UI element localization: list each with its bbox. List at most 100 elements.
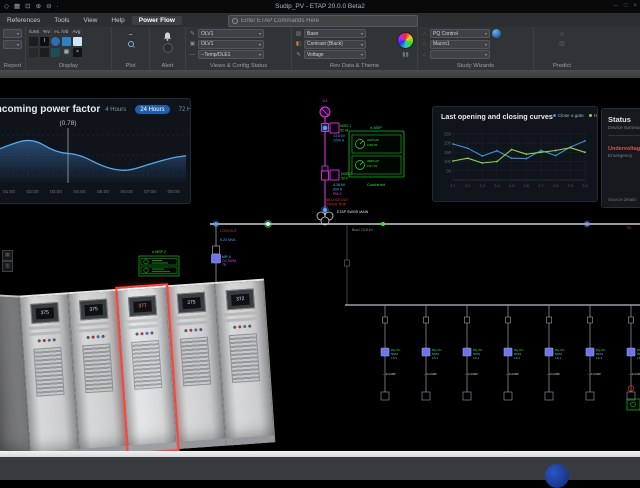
alert-bell-icon[interactable] — [163, 32, 172, 41]
ribbon-group-plot: ~ Plot — [112, 27, 150, 70]
report-select[interactable]: ▾ — [3, 29, 22, 38]
window-title: Sudip_PV - ETAP 20.0.0 Beta2 — [275, 3, 365, 10]
pf-x-tick: 04:00 — [73, 189, 85, 195]
curves-x-tick: 3.0 — [582, 183, 588, 188]
command-search-placeholder: Enter ETAP Commands Here — [241, 17, 320, 24]
search-icon — [232, 17, 238, 24]
wizard-select[interactable]: ▾ — [430, 50, 490, 59]
taskbar-app-icon[interactable] — [545, 464, 569, 488]
highlight-display-icon[interactable] — [73, 37, 82, 46]
macro-icon: ∴ — [422, 41, 427, 47]
curves-x-tick: 2.9 — [568, 183, 574, 188]
command-search-input[interactable]: Enter ETAP Commands Here — [228, 14, 418, 27]
study-case-icon: ∴ — [422, 30, 427, 37]
predict-run-icon[interactable]: ▥ — [559, 40, 565, 47]
alert-status-icon[interactable] — [162, 43, 173, 53]
pf-x-tick: 01:00 — [3, 189, 15, 195]
avg-toggle[interactable]: Avg — [72, 30, 80, 35]
theme-select[interactable]: Contrast (Black) ▾ — [304, 39, 366, 49]
report-format-select[interactable]: ▾ — [3, 39, 22, 49]
range-24h-button[interactable]: 24 Hours — [135, 105, 170, 114]
status-footer: Source details — [608, 197, 637, 202]
predict-model-icon[interactable]: ≡ — [560, 32, 564, 38]
ribbon-group-predict: ≡ ▥ Predict — [552, 32, 572, 69]
presentation-select[interactable]: OLV1 ▾ — [198, 39, 264, 49]
ribbon: ▾ ▾ Report /Unit %V I-L /Vb Avg I ▦ × Di… — [0, 27, 640, 70]
curves-y-tick: 250 — [444, 131, 452, 136]
ribbon-group-rev-data-theme: ▧ Base ▾ ◧ Contrast (Black) ▾ ✎ Voltage ▾ ▮… — [292, 27, 418, 70]
series-close-a-gate — [452, 140, 586, 160]
ribbon-group-report: ▾ ▾ Report — [0, 27, 26, 70]
config-status-select[interactable]: --Temp/DLE1 ▾ — [198, 50, 264, 59]
hide-icon[interactable]: × — [73, 48, 82, 57]
range-4h-button[interactable]: 4 Hours — [100, 105, 131, 114]
cabinet-display: 377 — [127, 295, 158, 318]
curves-x-tick: 2.8 — [553, 183, 559, 188]
menu-power-flow[interactable]: Power Flow — [131, 15, 182, 25]
screen-theme-icon[interactable] — [51, 48, 60, 57]
globe-icon[interactable] — [51, 37, 60, 46]
frame-icon[interactable] — [40, 48, 49, 57]
color-mode-select[interactable]: Voltage ▾ — [304, 50, 366, 59]
oneline-view-select[interactable]: OLV1 ▾ — [198, 29, 264, 38]
cabinet-display: 375 — [176, 291, 207, 314]
layer-icon[interactable] — [29, 48, 38, 57]
cabinet-display: 372 — [225, 288, 255, 311]
maximize-button[interactable]: □ — [624, 0, 628, 13]
cabinet-buttons — [23, 337, 71, 343]
plot-zoom-icon[interactable] — [127, 41, 134, 47]
curves-panel-title: Last opening and closing curves — [441, 112, 553, 121]
curves-x-tick: 2.1 — [450, 183, 456, 188]
undervoltage-alert: Undervoltage — [608, 146, 640, 152]
plot-curve-icon[interactable]: ~ — [128, 32, 132, 39]
legend-hand-gate[interactable]: Hand gate — [588, 113, 597, 118]
menu-view[interactable]: View — [76, 16, 104, 25]
il-vb-toggle[interactable]: I-L /Vb — [54, 30, 68, 35]
run-study-icon[interactable] — [492, 29, 501, 38]
cabinet-label-strip — [27, 324, 64, 331]
cabinet-label-strip — [77, 327, 114, 333]
display-option-icon[interactable] — [29, 37, 38, 46]
color-wheel-icon[interactable] — [397, 32, 414, 49]
cabinet-display: 375 — [79, 298, 109, 321]
percent-v-toggle[interactable]: %V — [43, 30, 50, 35]
switchgear-photo: 375 375 377 375 372 — [0, 278, 276, 462]
canvas-tool-icon[interactable]: ▦ — [2, 250, 13, 261]
menu-references[interactable]: References — [0, 16, 47, 25]
base-data-icon: ▧ — [295, 30, 302, 37]
view-icon: ▣ — [189, 41, 196, 47]
legend-close-a-gate[interactable]: Close a gate — [552, 113, 584, 118]
cabinet-display: 375 — [30, 301, 60, 324]
curves-y-tick: 50 — [446, 168, 451, 173]
minimize-button[interactable]: ─ — [614, 0, 618, 13]
cabinet-buttons — [218, 324, 266, 330]
canvas-tool-icon[interactable]: ▥ — [2, 261, 13, 272]
revision-data-select[interactable]: Base ▾ — [304, 29, 366, 38]
cabinet-label-strip — [174, 320, 211, 326]
theme-bars-icon[interactable]: ▮▮ — [402, 51, 409, 58]
info-annotation-icon[interactable]: I — [40, 37, 49, 46]
cabinet-buttons — [169, 327, 217, 333]
cabinet-label-strip — [174, 314, 211, 320]
ribbon-group-display: /Unit %V I-L /Vb Avg I ▦ × Display — [26, 27, 112, 70]
curves-x-tick: 2.6 — [524, 183, 530, 188]
menu-tools[interactable]: Tools — [47, 16, 76, 25]
palette-icon: ◧ — [295, 41, 302, 47]
macro-select[interactable]: Macro1 ▾ — [430, 39, 490, 49]
grid-display-icon[interactable]: ▦ — [62, 48, 71, 57]
curves-x-tick: 2.7 — [538, 183, 544, 188]
menu-help[interactable]: Help — [104, 16, 131, 25]
range-72h-button[interactable]: 72 Hours — [174, 105, 190, 114]
result-display-icon[interactable] — [62, 37, 71, 46]
legend-dot-icon — [552, 114, 556, 117]
cabinet-label-strip — [125, 323, 163, 330]
pf-range-buttons: 4 Hours 24 Hours 72 Hours — [100, 105, 190, 114]
curves-x-tick: 2.2 — [465, 183, 471, 188]
study-case-select[interactable]: PQ Control ▾ — [430, 29, 490, 38]
unit-toggle[interactable]: /Unit — [29, 30, 39, 35]
close-button[interactable]: × — [633, 0, 637, 13]
cabinet-vent — [179, 336, 212, 387]
divider — [608, 135, 640, 136]
cabinet-vent — [131, 340, 163, 390]
pf-x-tick: 02:00 — [26, 189, 38, 195]
